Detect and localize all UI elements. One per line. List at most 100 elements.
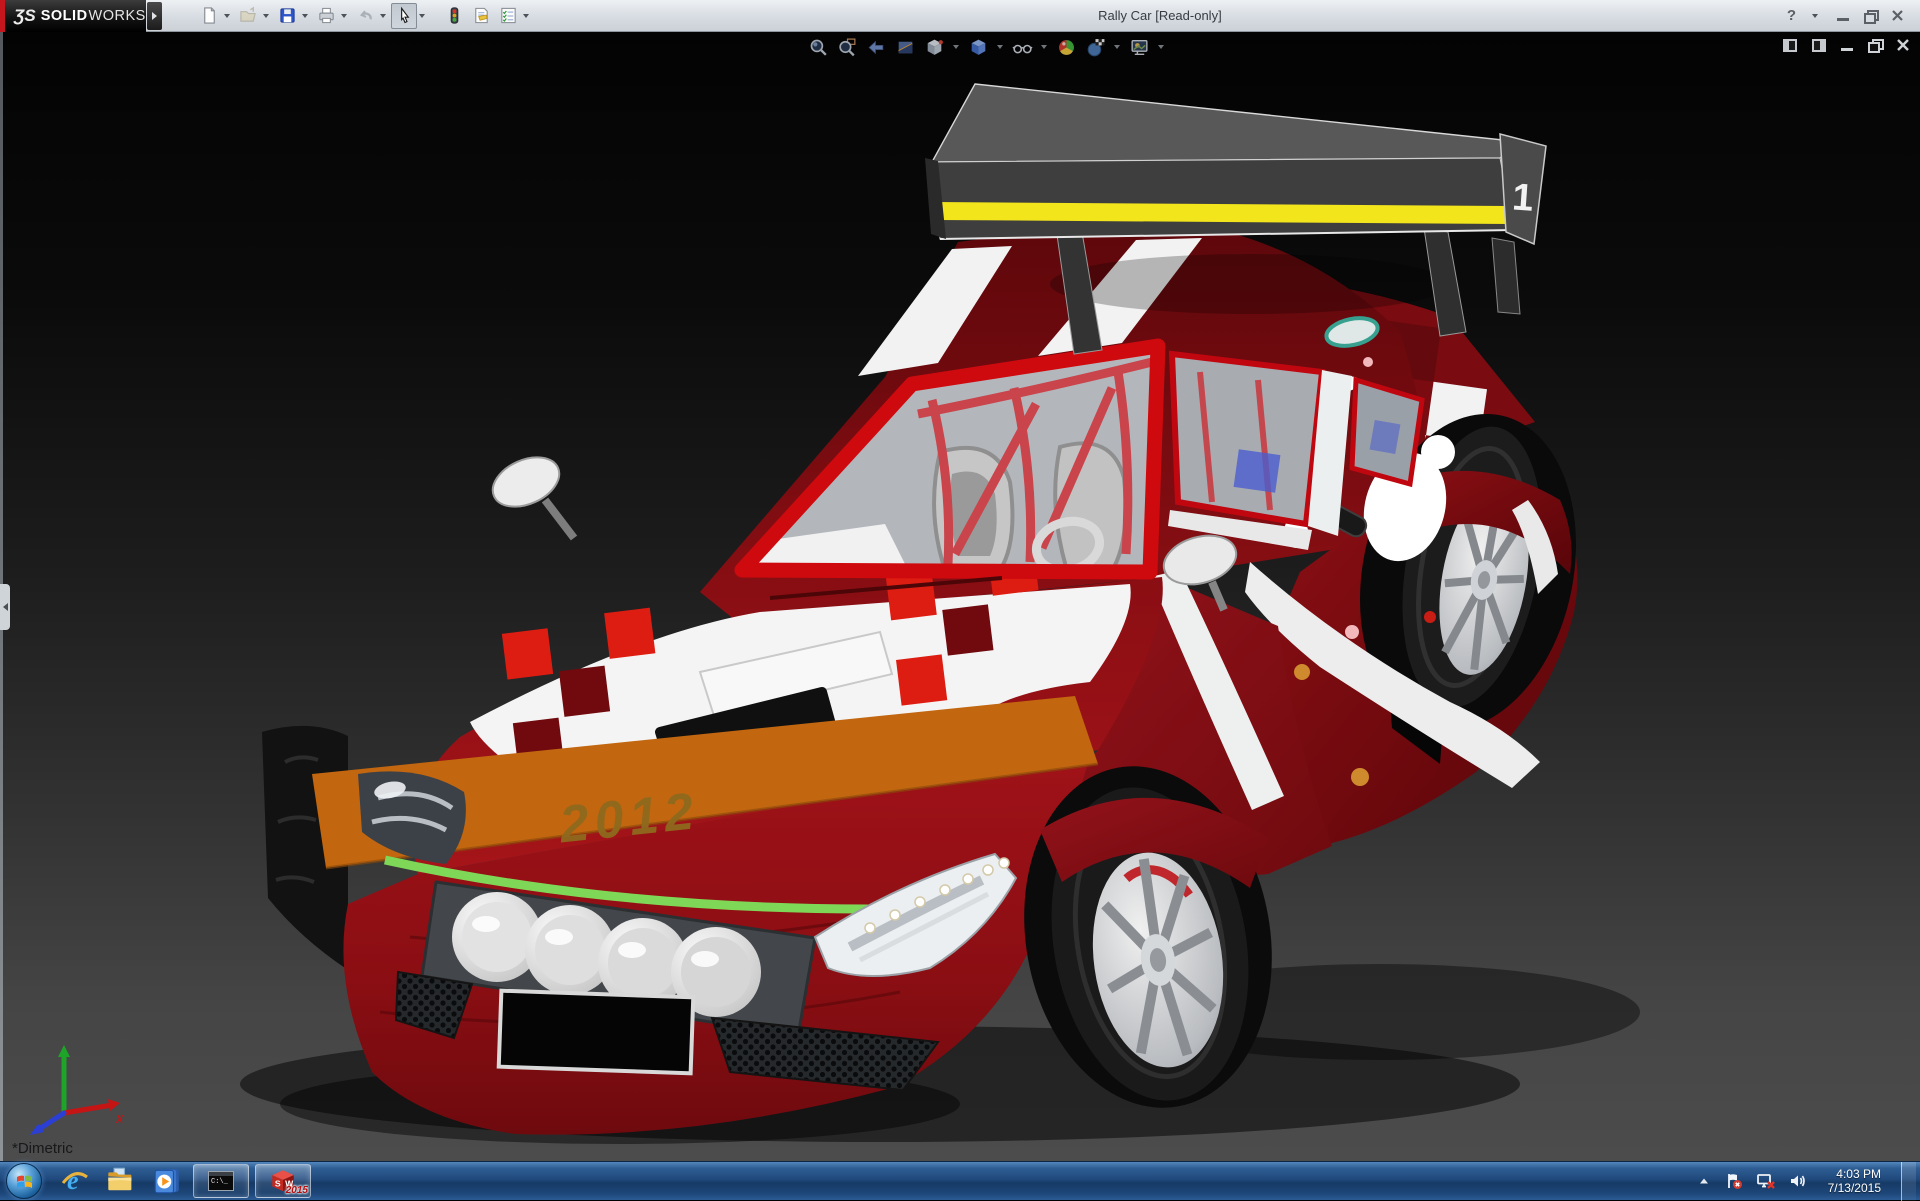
- taskbar-clock[interactable]: 4:03 PM 7/13/2015: [1820, 1167, 1889, 1195]
- graphics-viewport[interactable]: 2012: [0, 32, 1920, 1161]
- dropdown-caret-icon[interactable]: [1041, 45, 1047, 49]
- collapse-right-pane-button[interactable]: [1812, 39, 1826, 52]
- previous-view-button[interactable]: [864, 35, 888, 59]
- document-close-button[interactable]: [1896, 38, 1910, 52]
- windows-taskbar: e C:\_ S W: [0, 1161, 1920, 1200]
- save-floppy-icon: [278, 6, 297, 25]
- view-settings-monitor-icon: [1129, 37, 1150, 58]
- dropdown-caret-icon[interactable]: [953, 45, 959, 49]
- headsup-view-toolbar: [806, 35, 1166, 59]
- dropdown-caret-icon[interactable]: [380, 14, 386, 18]
- zoom-to-area-icon: [837, 37, 858, 58]
- action-center-flag-icon[interactable]: [1724, 1171, 1744, 1191]
- apply-scene-icon: [1085, 37, 1106, 58]
- rebuild-button[interactable]: [441, 3, 467, 29]
- folder-icon: [106, 1166, 136, 1196]
- collapse-left-pane-button[interactable]: [1783, 39, 1797, 52]
- restore-button[interactable]: [1864, 10, 1876, 21]
- brand-name-light: WORKS: [89, 8, 146, 24]
- save-button[interactable]: [274, 3, 300, 29]
- internet-explorer-icon: e: [60, 1166, 90, 1196]
- section-view-icon: [895, 37, 916, 58]
- print-button[interactable]: [313, 3, 339, 29]
- hide-show-items-button[interactable]: [1010, 35, 1034, 59]
- file-properties-button[interactable]: [468, 3, 494, 29]
- network-status-icon[interactable]: [1756, 1171, 1776, 1191]
- window-controls: ?: [1787, 7, 1920, 24]
- dassault-logo-glyph: ƷS: [14, 6, 36, 26]
- select-cursor-icon: [395, 6, 414, 25]
- menu-expand-button[interactable]: [147, 2, 162, 30]
- media-player-icon: [152, 1166, 182, 1196]
- left-arrow-icon: [3, 603, 8, 611]
- reference-triad: x: [12, 1025, 132, 1135]
- display-style-cube-icon: [968, 37, 989, 58]
- apply-scene-button[interactable]: [1083, 35, 1107, 59]
- minimize-button[interactable]: [1837, 18, 1849, 21]
- dropdown-caret-icon[interactable]: [997, 45, 1003, 49]
- help-dropdown-caret-icon[interactable]: [1812, 14, 1818, 18]
- help-button[interactable]: ?: [1787, 7, 1796, 24]
- svg-text:e: e: [67, 1166, 79, 1195]
- rally-car-3d-model[interactable]: 2012: [0, 32, 1920, 1161]
- wing-number: 1: [1511, 177, 1535, 220]
- open-folder-icon: [239, 6, 258, 25]
- volume-icon[interactable]: [1788, 1171, 1808, 1191]
- view-orientation-label: *Dimetric: [12, 1140, 73, 1157]
- checkered-flag-glyph: [1095, 39, 1104, 45]
- file-properties-icon: [472, 6, 491, 25]
- open-button[interactable]: [235, 3, 261, 29]
- right-arrow-icon: [152, 12, 157, 20]
- window-title: Rally Car [Read-only]: [533, 8, 1787, 23]
- undo-button[interactable]: [352, 3, 378, 29]
- document-restore-button[interactable]: [1868, 39, 1881, 51]
- windows-flag-icon: [15, 1172, 34, 1191]
- left-mirror: [485, 448, 574, 538]
- rebuild-traffic-light-icon: [445, 6, 464, 25]
- dropdown-caret-icon[interactable]: [523, 14, 529, 18]
- zoom-to-area-button[interactable]: [835, 35, 859, 59]
- quick-access-toolbar: [196, 3, 533, 29]
- brand-red-edge: [0, 0, 5, 32]
- license-plate: [499, 991, 694, 1074]
- dropdown-caret-icon[interactable]: [1114, 45, 1120, 49]
- undo-icon: [356, 6, 375, 25]
- dropdown-caret-icon[interactable]: [419, 14, 425, 18]
- new-document-button[interactable]: [196, 3, 222, 29]
- feature-manager-collapse-tab[interactable]: [0, 584, 10, 630]
- select-button[interactable]: [391, 3, 417, 29]
- section-view-button[interactable]: [893, 35, 917, 59]
- options-button[interactable]: [495, 3, 521, 29]
- print-icon: [317, 6, 336, 25]
- view-orientation-button[interactable]: [922, 35, 946, 59]
- options-checklist-icon: [499, 6, 518, 25]
- taskbar-item-solidworks-2015[interactable]: S W 2015: [255, 1164, 311, 1198]
- svg-text:S: S: [275, 1178, 281, 1188]
- windshield: [742, 346, 1158, 577]
- system-tray: 4:03 PM 7/13/2015: [1696, 1162, 1920, 1201]
- edit-appearance-button[interactable]: [1054, 35, 1078, 59]
- new-document-icon: [200, 6, 219, 25]
- view-settings-button[interactable]: [1127, 35, 1151, 59]
- close-button[interactable]: [1891, 9, 1904, 22]
- taskbar-item-media-player[interactable]: [144, 1162, 190, 1201]
- taskbar-item-windows-explorer[interactable]: [98, 1162, 144, 1201]
- taskbar-item-command-prompt[interactable]: C:\_: [193, 1164, 249, 1198]
- dropdown-caret-icon[interactable]: [1158, 45, 1164, 49]
- view-orientation-cube-icon: [924, 37, 945, 58]
- document-minimize-button[interactable]: [1841, 48, 1853, 51]
- dropdown-caret-icon[interactable]: [224, 14, 230, 18]
- document-window-controls: [1783, 38, 1910, 52]
- brand-name-bold: SOLID: [41, 8, 88, 24]
- dropdown-caret-icon[interactable]: [263, 14, 269, 18]
- start-button[interactable]: [6, 1163, 42, 1199]
- zoom-to-fit-button[interactable]: [806, 35, 830, 59]
- display-style-button[interactable]: [966, 35, 990, 59]
- clock-date: 7/13/2015: [1828, 1181, 1881, 1195]
- clock-time: 4:03 PM: [1828, 1167, 1881, 1181]
- dropdown-caret-icon[interactable]: [341, 14, 347, 18]
- taskbar-item-internet-explorer[interactable]: e: [52, 1162, 98, 1201]
- show-hidden-icons-button[interactable]: [1696, 1173, 1712, 1189]
- dropdown-caret-icon[interactable]: [302, 14, 308, 18]
- show-desktop-button[interactable]: [1901, 1162, 1916, 1201]
